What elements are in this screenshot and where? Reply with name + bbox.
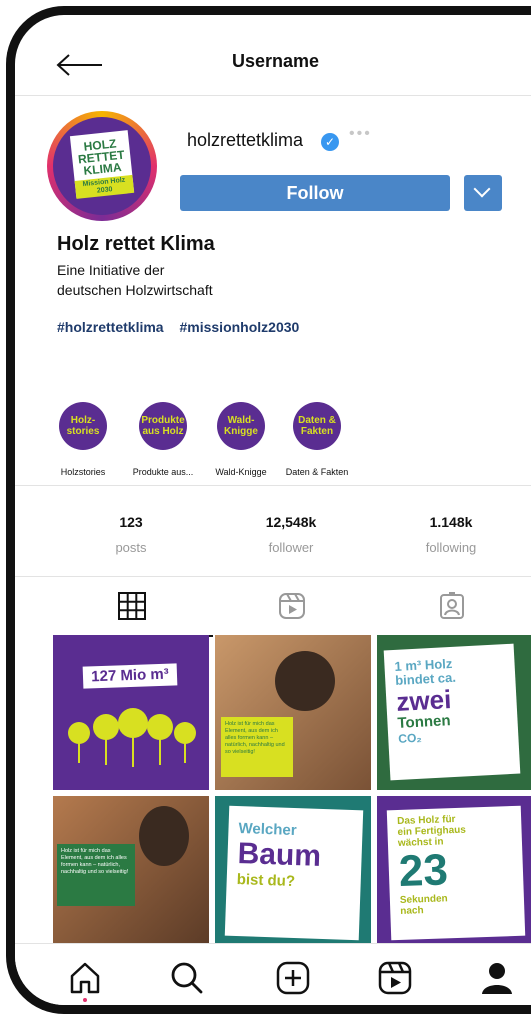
highlight-circle: Produkte aus Holz — [139, 402, 187, 450]
reels-icon — [279, 593, 305, 619]
following-label: following — [425, 540, 477, 555]
follower-count: 12,548k — [265, 514, 317, 530]
posts-count: 123 — [119, 514, 143, 530]
question-card: Welcher Baum bist du? — [224, 805, 364, 941]
highlight-wald-knigge[interactable]: Wald- Knigge Wald-Knigge — [215, 402, 267, 477]
post-tile[interactable]: Holz ist für mich das Element, aus dem i… — [215, 635, 371, 790]
reels-nav-icon — [378, 961, 412, 995]
home-icon — [70, 962, 100, 994]
logo-word-3: KLIMA — [82, 160, 123, 178]
profile-screen: Username HOLZ RETTET KLIMA Mission Holz … — [15, 15, 531, 1005]
woodworker-photo — [275, 651, 335, 711]
following-count: 1.148k — [429, 514, 473, 530]
posts-label: posts — [115, 540, 147, 555]
nav-home[interactable] — [65, 958, 105, 1002]
top-bar: Username — [15, 15, 531, 96]
highlight-circle: Wald- Knigge — [217, 402, 265, 450]
fact-card: 1 m³ Holz bindet ca. zwei Tonnen CO₂ — [383, 643, 521, 781]
active-indicator — [83, 998, 87, 1002]
highlight-circle: Holz-stories — [59, 402, 107, 450]
stat-following[interactable]: 1.148k following — [391, 514, 511, 555]
highlight-label: Produkte aus... — [132, 467, 194, 477]
fact-card: Das Holz für ein Fertighaus wächst in 23… — [386, 805, 526, 941]
tab-tagged[interactable] — [373, 577, 531, 637]
bio-line-2: deutschen Holzwirtschaft — [57, 282, 213, 298]
highlight-holzstories[interactable]: Holz-stories Holzstories — [59, 402, 107, 477]
post-tile[interactable]: 1 m³ Holz bindet ca. zwei Tonnen CO₂ — [377, 635, 531, 790]
suggested-dropdown-button[interactable] — [464, 175, 502, 211]
profile-icon — [482, 963, 512, 994]
stat-follower[interactable]: 12,548k follower — [231, 514, 351, 555]
search-icon — [171, 962, 203, 994]
post-tile[interactable]: Welcher Baum bist du? — [215, 796, 371, 951]
highlight-circle: Daten & Fakten — [293, 402, 341, 450]
craftsman-photo — [139, 806, 189, 866]
follow-button[interactable]: Follow — [180, 175, 450, 211]
trees-illustration — [68, 708, 196, 767]
post-headline: 127 Mio m³ — [82, 663, 178, 689]
nav-search[interactable] — [167, 958, 207, 998]
logo-card: HOLZ RETTET KLIMA Mission Holz 2030 — [69, 130, 135, 199]
hashtag-link[interactable]: #missionholz2030 — [179, 319, 299, 335]
nav-add[interactable] — [273, 958, 313, 998]
post-tile[interactable]: Holz ist für mich das Element, aus dem i… — [53, 796, 209, 951]
chevron-down-icon — [473, 180, 491, 198]
avatar[interactable]: HOLZ RETTET KLIMA Mission Holz 2030 — [47, 111, 157, 221]
fact-highlight: 23 — [398, 845, 449, 896]
post-tile[interactable]: 127 Mio m³ — [53, 635, 209, 790]
grid-icon — [118, 592, 146, 620]
hashtag-link[interactable]: #holzrettetklima — [57, 319, 164, 335]
hashtags: #holzrettetklima #missionholz2030 — [57, 319, 311, 335]
follower-label: follower — [268, 540, 314, 555]
highlight-label: Daten & Fakten — [285, 467, 349, 477]
question-highlight: Baum — [237, 837, 322, 873]
highlight-label: Holzstories — [60, 467, 106, 477]
quote-card: Holz ist für mich das Element, aus dem i… — [221, 717, 293, 777]
nav-reels[interactable] — [375, 958, 415, 998]
logo-tag: Mission Holz 2030 — [74, 174, 135, 199]
bottom-nav — [15, 943, 531, 1005]
highlight-daten-fakten[interactable]: Daten & Fakten Daten & Fakten — [286, 402, 348, 477]
tab-reels[interactable] — [213, 577, 373, 637]
profile-handle: holzrettetklima — [187, 130, 304, 150]
page-title: Username — [231, 51, 320, 71]
verified-icon: ✓ — [321, 133, 339, 151]
phone-frame: Username HOLZ RETTET KLIMA Mission Holz … — [6, 6, 531, 1014]
stat-posts[interactable]: 123 posts — [71, 514, 191, 555]
highlight-label: Wald-Knigge — [215, 467, 267, 477]
tab-grid[interactable] — [53, 577, 213, 637]
question-line: bist du? — [236, 871, 296, 891]
avatar-logo: HOLZ RETTET KLIMA Mission Holz 2030 — [53, 117, 151, 215]
highlight-produkte[interactable]: Produkte aus Holz Produkte aus... — [133, 402, 193, 477]
add-icon — [276, 961, 310, 995]
more-icon[interactable]: ••• — [349, 125, 372, 143]
tagged-icon — [440, 592, 464, 619]
post-tile[interactable]: Das Holz für ein Fertighaus wächst in 23… — [377, 796, 531, 951]
profile-stats: 123 posts 12,548k follower 1.148k follow… — [15, 485, 531, 577]
profile-name: Holz rettet Klima — [57, 233, 215, 255]
bio-line-1: Eine Initiative der — [57, 262, 165, 278]
quote-card: Holz ist für mich das Element, aus dem i… — [57, 844, 135, 906]
nav-profile[interactable] — [477, 958, 517, 998]
content-tabs — [15, 577, 531, 637]
